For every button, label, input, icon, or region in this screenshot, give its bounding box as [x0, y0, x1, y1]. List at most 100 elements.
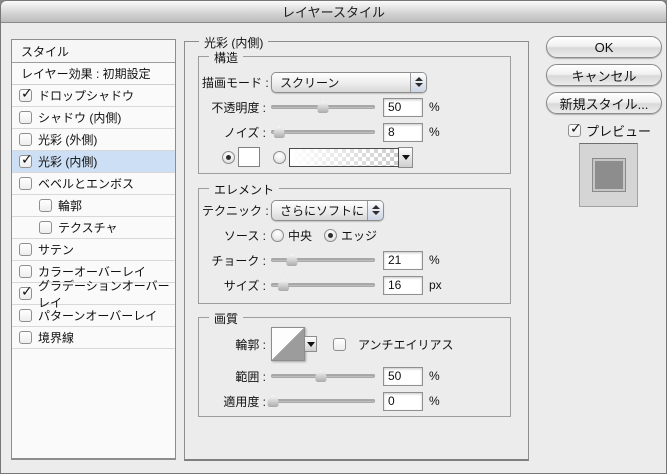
noise-unit: % — [429, 125, 440, 139]
choke-slider[interactable] — [271, 253, 375, 267]
stepper-down-icon — [372, 211, 380, 215]
jitter-label: 適用度 : — [202, 393, 266, 410]
sidebar-item-label: 輪郭 — [58, 197, 82, 214]
preview-toggle-row: プレビュー — [568, 121, 651, 140]
checkbox[interactable] — [19, 133, 32, 146]
sidebar-item-pattern-overlay[interactable]: パターンオーバーレイ — [12, 305, 175, 327]
sidebar-item-label: サテン — [38, 241, 74, 258]
checkbox[interactable] — [19, 111, 32, 124]
slider-thumb[interactable] — [315, 370, 326, 382]
antialias-checkbox[interactable] — [333, 338, 346, 351]
contour-row: 輪郭 : アンチエイリアス — [199, 326, 510, 362]
source-center-radio[interactable] — [271, 229, 284, 242]
antialias-group: アンチエイリアス — [333, 336, 454, 353]
contour-label: 輪郭 : — [202, 336, 266, 353]
contour-thumbnail[interactable] — [271, 327, 305, 361]
new-style-button[interactable]: 新規スタイル... — [546, 92, 662, 114]
choke-label: チョーク : — [202, 252, 266, 269]
source-edge-radio[interactable] — [324, 229, 337, 242]
ok-button-label: OK — [595, 40, 614, 55]
sidebar-item-gradient-overlay[interactable]: グラデーションオーバーレイ — [12, 283, 175, 305]
sidebar-item-bevel-emboss[interactable]: ベベルとエンボス — [12, 173, 175, 195]
window-title: レイヤースタイル — [282, 2, 385, 21]
checkbox[interactable] — [19, 155, 32, 168]
quality-legend: 画質 — [209, 310, 243, 327]
size-row: サイズ : px — [199, 274, 510, 296]
blend-mode-select[interactable]: スクリーン — [271, 72, 427, 93]
sidebar-item-satin[interactable]: サテン — [12, 239, 175, 261]
blend-mode-row: 描画モード : スクリーン — [199, 71, 510, 93]
checkbox[interactable] — [19, 89, 32, 102]
elements-group: エレメント テクニック : さらにソフトに ソース : 中央 エッジ — [198, 188, 511, 304]
sidebar-item-drop-shadow[interactable]: ドロップシャドウ — [12, 85, 175, 107]
dropdown-arrow-icon — [307, 342, 315, 347]
sidebar-item-texture[interactable]: テクスチャ — [12, 217, 175, 239]
new-style-button-label: 新規スタイル... — [560, 94, 649, 113]
size-slider[interactable] — [271, 278, 375, 292]
ok-button[interactable]: OK — [546, 36, 662, 58]
range-input[interactable] — [383, 367, 423, 386]
checkbox[interactable] — [19, 309, 32, 322]
opacity-input[interactable] — [383, 98, 423, 117]
layer-effects-default-row[interactable]: レイヤー効果 : 初期設定 — [12, 63, 175, 85]
checkbox[interactable] — [19, 177, 32, 190]
sidebar-item-stroke[interactable]: 境界線 — [12, 327, 175, 349]
gradient-radio[interactable] — [273, 151, 286, 164]
opacity-slider[interactable] — [271, 100, 375, 114]
sidebar-item-inner-shadow[interactable]: シャドウ (内側) — [12, 107, 175, 129]
stepper-down-icon — [415, 83, 423, 87]
choke-row: チョーク : % — [199, 249, 510, 271]
slider-track[interactable] — [271, 130, 375, 134]
sidebar-item-label: 境界線 — [38, 329, 74, 346]
choke-input[interactable] — [383, 251, 423, 270]
range-slider[interactable] — [271, 369, 375, 383]
preview-checkbox[interactable] — [568, 124, 581, 137]
glow-fill-row — [199, 146, 510, 168]
noise-row: ノイズ : % — [199, 121, 510, 143]
stepper-up-icon — [372, 205, 380, 209]
range-label: 範囲 : — [202, 368, 266, 385]
sidebar-item-outer-glow[interactable]: 光彩 (外側) — [12, 129, 175, 151]
popup-stepper-icon — [410, 73, 426, 92]
opacity-row: 不透明度 : % — [199, 96, 510, 118]
technique-select[interactable]: さらにソフトに — [271, 200, 384, 221]
slider-thumb[interactable] — [286, 254, 297, 266]
checkbox[interactable] — [19, 265, 32, 278]
color-radio[interactable] — [222, 151, 235, 164]
checkbox[interactable] — [39, 199, 52, 212]
title-bar: レイヤースタイル — [1, 1, 666, 23]
jitter-slider[interactable] — [271, 394, 375, 408]
sidebar-item-label: 光彩 (内側) — [38, 153, 97, 170]
antialias-label: アンチエイリアス — [358, 336, 454, 353]
structure-legend: 構造 — [209, 49, 243, 66]
technique-value: さらにソフトに — [272, 202, 367, 219]
opacity-label: 不透明度 : — [202, 99, 266, 116]
slider-track[interactable] — [271, 399, 375, 403]
noise-input[interactable] — [383, 123, 423, 142]
sidebar-item-inner-glow[interactable]: 光彩 (内側) — [12, 151, 175, 173]
cancel-button-label: キャンセル — [571, 66, 636, 85]
source-edge-label: エッジ — [341, 227, 377, 244]
glow-color-swatch[interactable] — [238, 147, 260, 167]
cancel-button[interactable]: キャンセル — [546, 64, 662, 86]
gradient-dropdown-button[interactable] — [398, 147, 413, 168]
checkbox[interactable] — [19, 287, 32, 300]
size-unit: px — [429, 278, 442, 292]
elements-legend: エレメント — [209, 181, 279, 198]
jitter-input[interactable] — [383, 392, 423, 411]
gradient-bar[interactable] — [289, 148, 399, 167]
slider-thumb[interactable] — [274, 126, 285, 138]
styles-header-label: スタイル — [21, 43, 69, 60]
slider-thumb[interactable] — [318, 101, 329, 113]
style-preview-swatch — [595, 161, 623, 189]
size-input[interactable] — [383, 276, 423, 295]
sidebar-item-contour[interactable]: 輪郭 — [12, 195, 175, 217]
checkbox[interactable] — [19, 331, 32, 344]
slider-thumb[interactable] — [268, 395, 279, 407]
slider-thumb[interactable] — [278, 279, 289, 291]
contour-dropdown-button[interactable] — [304, 336, 317, 352]
checkbox[interactable] — [19, 243, 32, 256]
noise-slider[interactable] — [271, 125, 375, 139]
styles-list: スタイル レイヤー効果 : 初期設定 ドロップシャドウ シャドウ (内側) 光彩… — [11, 39, 176, 460]
checkbox[interactable] — [39, 221, 52, 234]
